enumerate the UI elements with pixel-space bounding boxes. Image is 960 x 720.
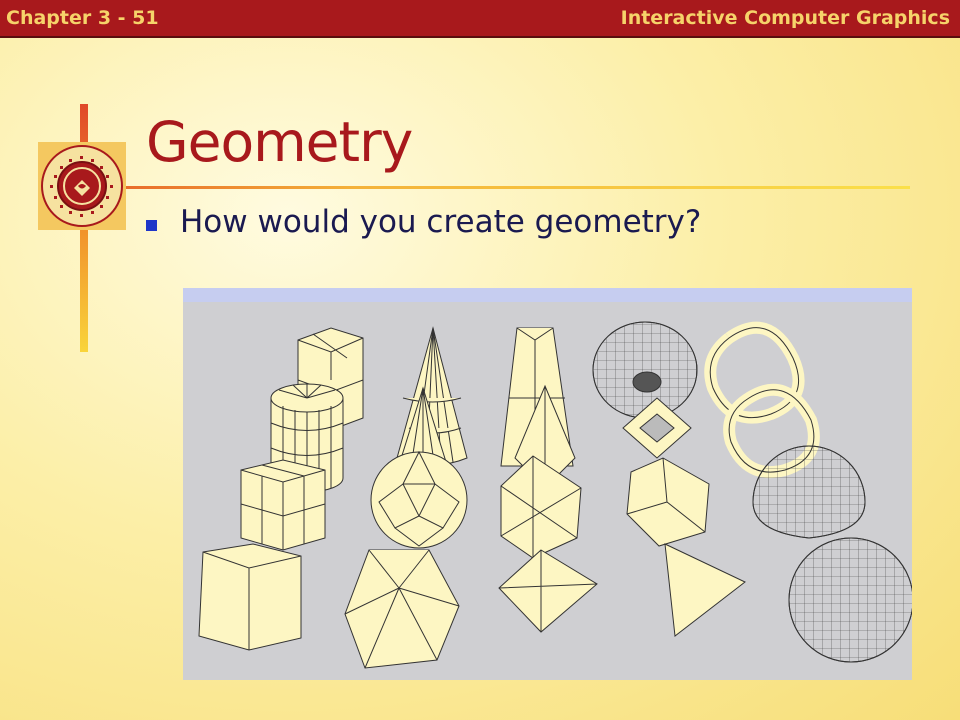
university-seal-icon: [38, 142, 126, 230]
wireframe-primitives-image: [183, 288, 914, 680]
bullet-text: How would you create geometry?: [180, 204, 702, 240]
bullet-marker-icon: [146, 220, 157, 231]
chapter-label: Chapter 3 - 51: [6, 7, 159, 29]
course-title: Interactive Computer Graphics: [620, 7, 950, 29]
title-underline: [118, 186, 910, 189]
slide-title: Geometry: [146, 110, 413, 174]
header-bar: Chapter 3 - 51 Interactive Computer Grap…: [0, 0, 960, 38]
